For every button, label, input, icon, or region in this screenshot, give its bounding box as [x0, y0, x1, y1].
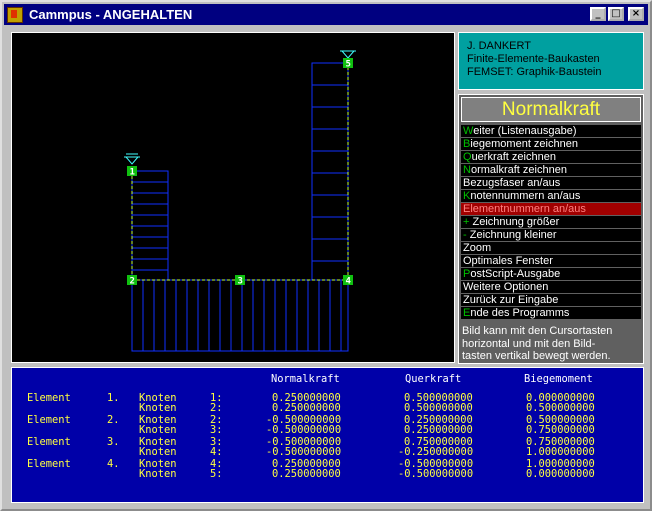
knoten-label: Knoten	[139, 424, 177, 436]
element-number: 2.	[107, 414, 120, 426]
menu-item-bezugsfaser[interactable]: Bezugsfaser an/aus	[461, 177, 641, 189]
node-markers: 1 2 3 4 5	[127, 58, 353, 287]
info-panel: J. DANKERT Finite-Elemente-Baukasten FEM…	[458, 32, 644, 90]
value-querkraft: -0.250000000	[398, 446, 474, 458]
node-3: 3	[235, 275, 245, 287]
menu-item-zoom[interactable]: Zoom	[461, 242, 641, 254]
element-label: Element	[27, 436, 71, 448]
info-author: J. DANKERT	[467, 40, 531, 52]
menu-item-zurueck[interactable]: Zurück zur Eingabe	[461, 294, 641, 306]
svg-text:2: 2	[130, 277, 135, 287]
menu-item-zoom-in[interactable]: + Zeichnung größer	[461, 216, 641, 228]
value-biegemoment: 0.500000000	[526, 402, 595, 414]
svg-text:5: 5	[346, 60, 351, 70]
value-normalkraft: -0.500000000	[266, 446, 342, 458]
element-number: 4.	[107, 458, 120, 470]
value-normalkraft: 0.250000000	[272, 402, 341, 414]
minimize-button[interactable]: _	[590, 7, 606, 21]
element-label: Element	[27, 414, 71, 426]
menu-item-weiter[interactable]: Weiter (Listenausgabe)	[461, 125, 641, 137]
element-label: Element	[27, 458, 71, 470]
knoten-number: 3:	[210, 424, 223, 436]
drawing-canvas[interactable]: 1 2 3 4 5	[11, 32, 455, 363]
node-1: 1	[127, 166, 137, 178]
app-icon[interactable]	[7, 6, 23, 23]
menu-item-ende[interactable]: Ende des Programms	[461, 307, 641, 319]
menu-items: Weiter (Listenausgabe) Biegemoment zeich…	[461, 125, 641, 320]
header-querkraft: Querkraft	[405, 373, 462, 385]
value-querkraft: 0.250000000	[404, 424, 473, 436]
menu-item-elementnummern[interactable]: Elementnummern an/aus	[461, 203, 641, 215]
menu-item-weitere-optionen[interactable]: Weitere Optionen	[461, 281, 641, 293]
node-2: 2	[127, 275, 137, 287]
window-title: Cammpus - ANGEHALTEN	[29, 7, 193, 22]
knoten-number: 2:	[210, 402, 223, 414]
diagram-element-1	[131, 170, 169, 281]
value-querkraft: -0.500000000	[398, 468, 474, 480]
support-node-5	[340, 50, 356, 59]
knoten-number: 5:	[210, 468, 223, 480]
info-subtitle: Finite-Elemente-Baukasten	[467, 53, 600, 65]
menu-hint: Bild kann mit den Cursortasten horizonta…	[462, 325, 613, 362]
element-number: 3.	[107, 436, 120, 448]
menu-item-biegemoment[interactable]: Biegemoment zeichnen	[461, 138, 641, 150]
svg-text:3: 3	[238, 277, 243, 287]
node-5: 5	[343, 58, 353, 70]
header-biegemoment: Biegemoment	[524, 373, 593, 385]
header-normalkraft: Normalkraft	[271, 373, 340, 385]
knoten-label: Knoten	[139, 402, 177, 414]
value-biegemoment: 0.000000000	[526, 468, 595, 480]
title-bar[interactable]: Cammpus - ANGEHALTEN _ □ ×	[4, 4, 648, 25]
svg-text:1: 1	[130, 168, 135, 178]
knoten-label: Knoten	[139, 468, 177, 480]
knoten-label: Knoten	[139, 446, 177, 458]
element-number: 1.	[107, 392, 120, 404]
menu-header: Normalkraft	[461, 97, 641, 122]
app-window: Cammpus - ANGEHALTEN _ □ × 1 2 3 4 5 J. …	[0, 0, 652, 511]
value-biegemoment: 1.000000000	[526, 446, 595, 458]
svg-text:4: 4	[346, 277, 352, 287]
support-node-1	[124, 153, 140, 165]
value-biegemoment: 0.750000000	[526, 424, 595, 436]
menu-item-knotennummern[interactable]: Knotennummern an/aus	[461, 190, 641, 202]
diagram-element-2-3	[131, 279, 349, 352]
options-menu: Normalkraft Weiter (Listenausgabe) Biege…	[458, 94, 644, 364]
node-4: 4	[343, 275, 353, 287]
menu-item-zoom-out[interactable]: - Zeichnung kleiner	[461, 229, 641, 241]
value-normalkraft: -0.500000000	[266, 424, 342, 436]
frame-drawing: 1 2 3 4 5	[124, 50, 356, 352]
diagram-element-4	[311, 62, 349, 281]
value-querkraft: 0.500000000	[404, 402, 473, 414]
knoten-number: 4:	[210, 446, 223, 458]
close-button[interactable]: ×	[628, 7, 644, 21]
menu-item-optimales-fenster[interactable]: Optimales Fenster	[461, 255, 641, 267]
info-module: FEMSET: Graphik-Baustein	[467, 66, 602, 78]
menu-item-normalkraft[interactable]: Normalkraft zeichnen	[461, 164, 641, 176]
element-label: Element	[27, 392, 71, 404]
value-normalkraft: 0.250000000	[272, 468, 341, 480]
maximize-button[interactable]: □	[608, 7, 624, 21]
menu-item-postscript[interactable]: PostScript-Ausgabe	[461, 268, 641, 280]
menu-item-querkraft[interactable]: Querkraft zeichnen	[461, 151, 641, 163]
results-table: Normalkraft Querkraft Biegemoment Elemen…	[11, 367, 644, 503]
